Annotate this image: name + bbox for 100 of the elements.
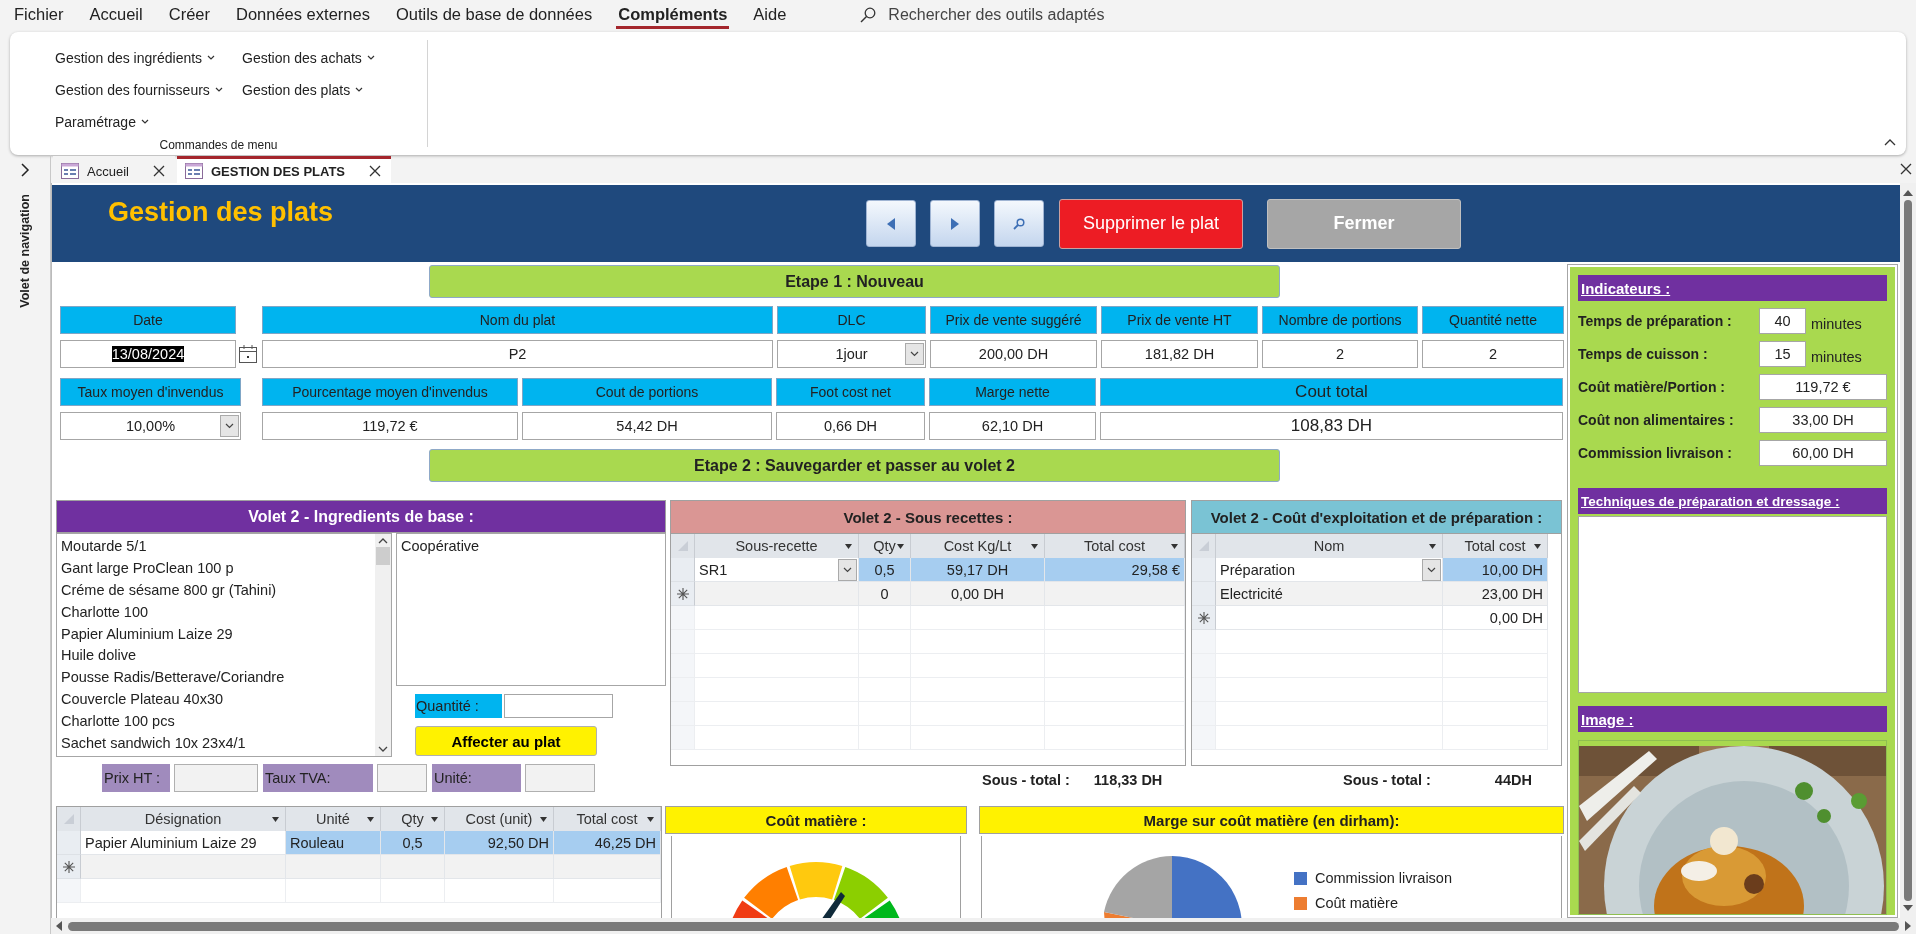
table-cell: 10,00 DH xyxy=(1443,558,1548,582)
subtotal-label: Sous - total : xyxy=(982,772,1070,788)
field-label: Quantité nette xyxy=(1422,306,1564,334)
panel-header: Volet 2 - Ingredients de base : xyxy=(56,500,666,533)
indicator-label: Commission livraison : xyxy=(1578,445,1734,461)
menu-item[interactable]: Fichier xyxy=(12,1,66,29)
table-cell: Rouleau xyxy=(286,831,381,855)
list-item[interactable]: Charlotte 100 xyxy=(61,600,371,623)
menu-item[interactable]: Créer xyxy=(166,1,212,29)
column-header[interactable]: Total cost xyxy=(1443,534,1548,558)
field-label: Date xyxy=(60,306,236,334)
indicator-label: Temps de préparation : xyxy=(1578,313,1733,329)
navigation-pane-title[interactable]: Volet de navigation xyxy=(18,194,32,308)
field-label: Cout total xyxy=(1100,378,1563,406)
assign-button[interactable]: Affecter au plat xyxy=(415,726,597,756)
menu-item[interactable]: Aide xyxy=(751,1,789,29)
column-header[interactable]: Cost Kg/Lt xyxy=(911,534,1045,558)
field-label: Nombre de portions xyxy=(1262,306,1418,334)
dropdown-field[interactable]: 1jour xyxy=(777,340,926,368)
tab-label[interactable]: GESTION DES PLATS xyxy=(210,163,346,179)
input-field[interactable]: 2 xyxy=(1422,340,1564,368)
input-field[interactable]: 119,72 € xyxy=(262,412,518,440)
section-header: Techniques de préparation et dressage : xyxy=(1578,488,1887,514)
field-label: Pourcentage moyen d'invendus xyxy=(262,378,518,406)
input-field[interactable]: 181,82 DH xyxy=(1101,340,1258,368)
input-field[interactable]: 40 xyxy=(1759,308,1806,334)
menu-button[interactable]: Gestion des achats xyxy=(240,42,427,74)
table-cell: 0,5 xyxy=(381,831,445,855)
column-header[interactable]: Nom xyxy=(1216,534,1443,558)
input-field[interactable]: 54,42 DH xyxy=(522,412,772,440)
list-item[interactable]: Pousse Radis/Betterave/Coriandre xyxy=(61,666,371,689)
document-tab[interactable]: GESTION DES PLATS xyxy=(176,156,392,183)
legend-label: Commission livraison xyxy=(1315,870,1452,886)
field-label: Prix HT : xyxy=(102,764,170,792)
table-row[interactable]: 0 0,00 DH xyxy=(671,582,1185,606)
menu-button[interactable]: Gestion des ingrédients xyxy=(53,42,240,74)
unit-label: minutes xyxy=(1811,349,1862,365)
input-field[interactable]: P2 xyxy=(262,340,773,368)
field-label: Prix de vente HT xyxy=(1101,306,1258,334)
table-cell: 92,50 DH xyxy=(445,831,554,855)
table-cell: 23,00 DH xyxy=(1443,582,1548,606)
field-label: DLC xyxy=(777,306,926,334)
input-field[interactable]: 108,83 DH xyxy=(1100,412,1563,440)
date-field[interactable]: 13/08/2024 xyxy=(60,340,236,368)
column-header[interactable]: Désignation xyxy=(81,807,286,831)
menu-button[interactable]: Gestion des plats xyxy=(240,74,427,106)
list-item[interactable]: Charlotte 100 pcs xyxy=(61,710,371,732)
column-header[interactable]: Unité xyxy=(286,807,381,831)
column-header[interactable]: Total cost xyxy=(1045,534,1185,558)
input-field[interactable]: 15 xyxy=(1759,341,1806,367)
list-item[interactable]: Huile dolive xyxy=(61,644,371,667)
field-label: Foot cost net xyxy=(776,378,925,406)
input-field[interactable]: 200,00 DH xyxy=(930,340,1097,368)
list-item[interactable]: Papier Aluminium Laize 29 xyxy=(61,622,371,645)
panel-header: Volet 2 - Sous recettes : xyxy=(671,501,1185,534)
menu-button[interactable]: Paramétrage xyxy=(53,106,240,138)
table-row[interactable]: Electricité 23,00 DH xyxy=(1192,582,1561,606)
unit-label: minutes xyxy=(1811,316,1862,332)
input-field[interactable]: 33,00 DH xyxy=(1759,407,1887,433)
input-field[interactable]: 119,72 € xyxy=(1759,374,1887,400)
field-label: Taux moyen d'invendus xyxy=(60,378,241,406)
table-cell: 0,00 DH xyxy=(911,582,1045,606)
list-item[interactable]: Créme de sésame 800 gr (Tahini) xyxy=(61,578,371,601)
dropdown-field[interactable]: 10,00% xyxy=(60,412,241,440)
column-header[interactable]: Qty xyxy=(859,534,911,558)
column-header[interactable]: Sous-recette xyxy=(695,534,859,558)
list-item[interactable]: Couvercle Plateau 40x30 xyxy=(61,688,371,711)
column-header[interactable]: Total cost xyxy=(554,807,661,831)
field-label: Prix de vente suggéré xyxy=(930,306,1097,334)
input-field[interactable]: 0,66 DH xyxy=(776,412,925,440)
indicator-label: Coût matière/Portion : xyxy=(1578,379,1726,395)
delete-button[interactable]: Supprimer le plat xyxy=(1059,198,1243,249)
menu-item[interactable]: Compléments xyxy=(616,1,730,29)
input-field[interactable]: 2 xyxy=(1262,340,1418,368)
panel-header: Marge sur coût matière (en dirham): xyxy=(979,806,1564,834)
table-cell: 59,17 DH xyxy=(911,558,1045,582)
section-header: Image : xyxy=(1578,706,1887,732)
list-item[interactable]: Moutarde 5/1 xyxy=(61,535,371,557)
supplier-listbox[interactable]: Coopérative xyxy=(396,533,666,686)
list-item[interactable]: Gant large ProClean 100 p xyxy=(61,556,371,579)
column-header[interactable]: Qty xyxy=(381,807,445,831)
legend-label: Coût matière xyxy=(1315,895,1398,911)
menu-button[interactable]: Gestion des fournisseurs xyxy=(53,74,240,106)
table-row[interactable]: 0,00 DH xyxy=(1192,606,1561,630)
table-cell: 0,5 xyxy=(859,558,911,582)
search-field[interactable]: Rechercher des outils adaptés xyxy=(888,6,1105,24)
input-field[interactable]: 62,10 DH xyxy=(929,412,1096,440)
table-cell: 46,25 DH xyxy=(554,831,661,855)
list-item[interactable]: Sachet sandwich 10x 23x4/1 xyxy=(61,732,371,754)
menu-item[interactable]: Outils de base de données xyxy=(393,1,595,29)
table-row[interactable]: SR1 0,5 59,17 DH 29,58 € xyxy=(671,558,1185,582)
column-header[interactable]: Cost (unit) xyxy=(445,807,554,831)
menu-item[interactable]: Données externes xyxy=(234,1,372,29)
subtotal-value: 118,33 DH xyxy=(1093,772,1163,788)
form-title: Gestion des plats xyxy=(107,197,335,228)
table-row[interactable]: Papier Aluminium Laize 29 Rouleau 0,5 92,50 DH 46,25 DH xyxy=(57,831,661,855)
input-field[interactable]: 60,00 DH xyxy=(1759,440,1887,466)
tab-label[interactable]: Accueil xyxy=(87,163,129,179)
menu-item[interactable]: Accueil xyxy=(87,1,145,29)
table-row[interactable]: Préparation 10,00 DH xyxy=(1192,558,1561,582)
